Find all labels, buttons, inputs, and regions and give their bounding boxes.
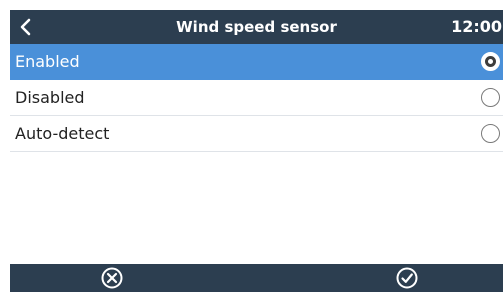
- option-enabled[interactable]: Enabled: [10, 44, 503, 80]
- back-button[interactable]: [14, 14, 40, 40]
- clock: 12:00: [451, 17, 502, 36]
- cancel-button[interactable]: [100, 266, 124, 290]
- page-title: Wind speed sensor: [176, 18, 337, 36]
- accept-button[interactable]: [395, 266, 419, 290]
- radio-selected-icon[interactable]: [481, 52, 500, 71]
- option-disabled[interactable]: Disabled: [10, 80, 503, 116]
- option-auto-detect[interactable]: Auto-detect: [10, 116, 503, 152]
- option-list: Enabled Disabled Auto-detect: [10, 44, 503, 152]
- header-bar: Wind speed sensor 12:00: [10, 10, 503, 44]
- screen: Wind speed sensor 12:00 Enabled Disabled…: [0, 0, 503, 292]
- option-label: Enabled: [15, 52, 80, 71]
- chevron-left-icon: [20, 18, 31, 36]
- option-label: Auto-detect: [15, 124, 110, 143]
- footer-bar: [10, 264, 503, 292]
- circle-check-icon: [396, 267, 418, 289]
- radio-unselected-icon[interactable]: [481, 124, 500, 143]
- option-label: Disabled: [15, 88, 85, 107]
- circle-x-icon: [101, 267, 123, 289]
- radio-unselected-icon[interactable]: [481, 88, 500, 107]
